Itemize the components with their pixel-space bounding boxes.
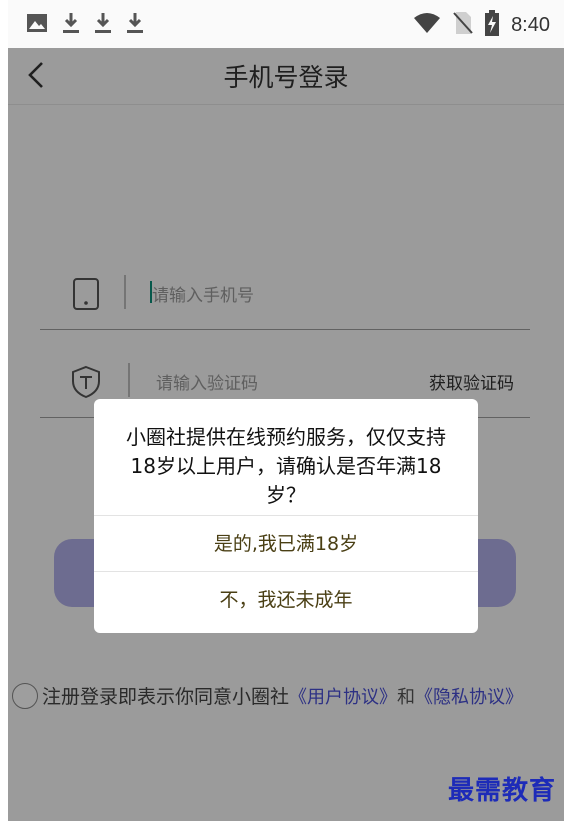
image-icon (26, 13, 48, 37)
notification-icons (26, 12, 144, 38)
download-icon (126, 12, 144, 38)
battery-charging-icon (485, 10, 500, 40)
system-icons: 8:40 (413, 10, 550, 40)
status-bar: 8:40 (8, 0, 564, 48)
download-icon (94, 12, 112, 38)
app-screen: 8:40 手机号登录 请输入手机号 请输入验证码 获取验证码 注册登录即表示你同… (8, 0, 564, 821)
watermark-logo: 最需教育 (447, 776, 556, 806)
dialog-message: 小圈社提供在线预约服务，仅仅支持18岁以上用户，请确认是否年满18岁？ (126, 425, 446, 507)
age-confirm-dialog: 小圈社提供在线预约服务，仅仅支持18岁以上用户，请确认是否年满18岁？ 是的,我… (94, 399, 478, 633)
download-icon (62, 12, 80, 38)
wifi-icon (413, 12, 441, 38)
no-sim-icon (453, 11, 473, 39)
status-time: 8:40 (511, 13, 550, 36)
deny-minor-button[interactable]: 不，我还未成年 (94, 571, 478, 628)
confirm-adult-button[interactable]: 是的,我已满18岁 (94, 515, 478, 572)
